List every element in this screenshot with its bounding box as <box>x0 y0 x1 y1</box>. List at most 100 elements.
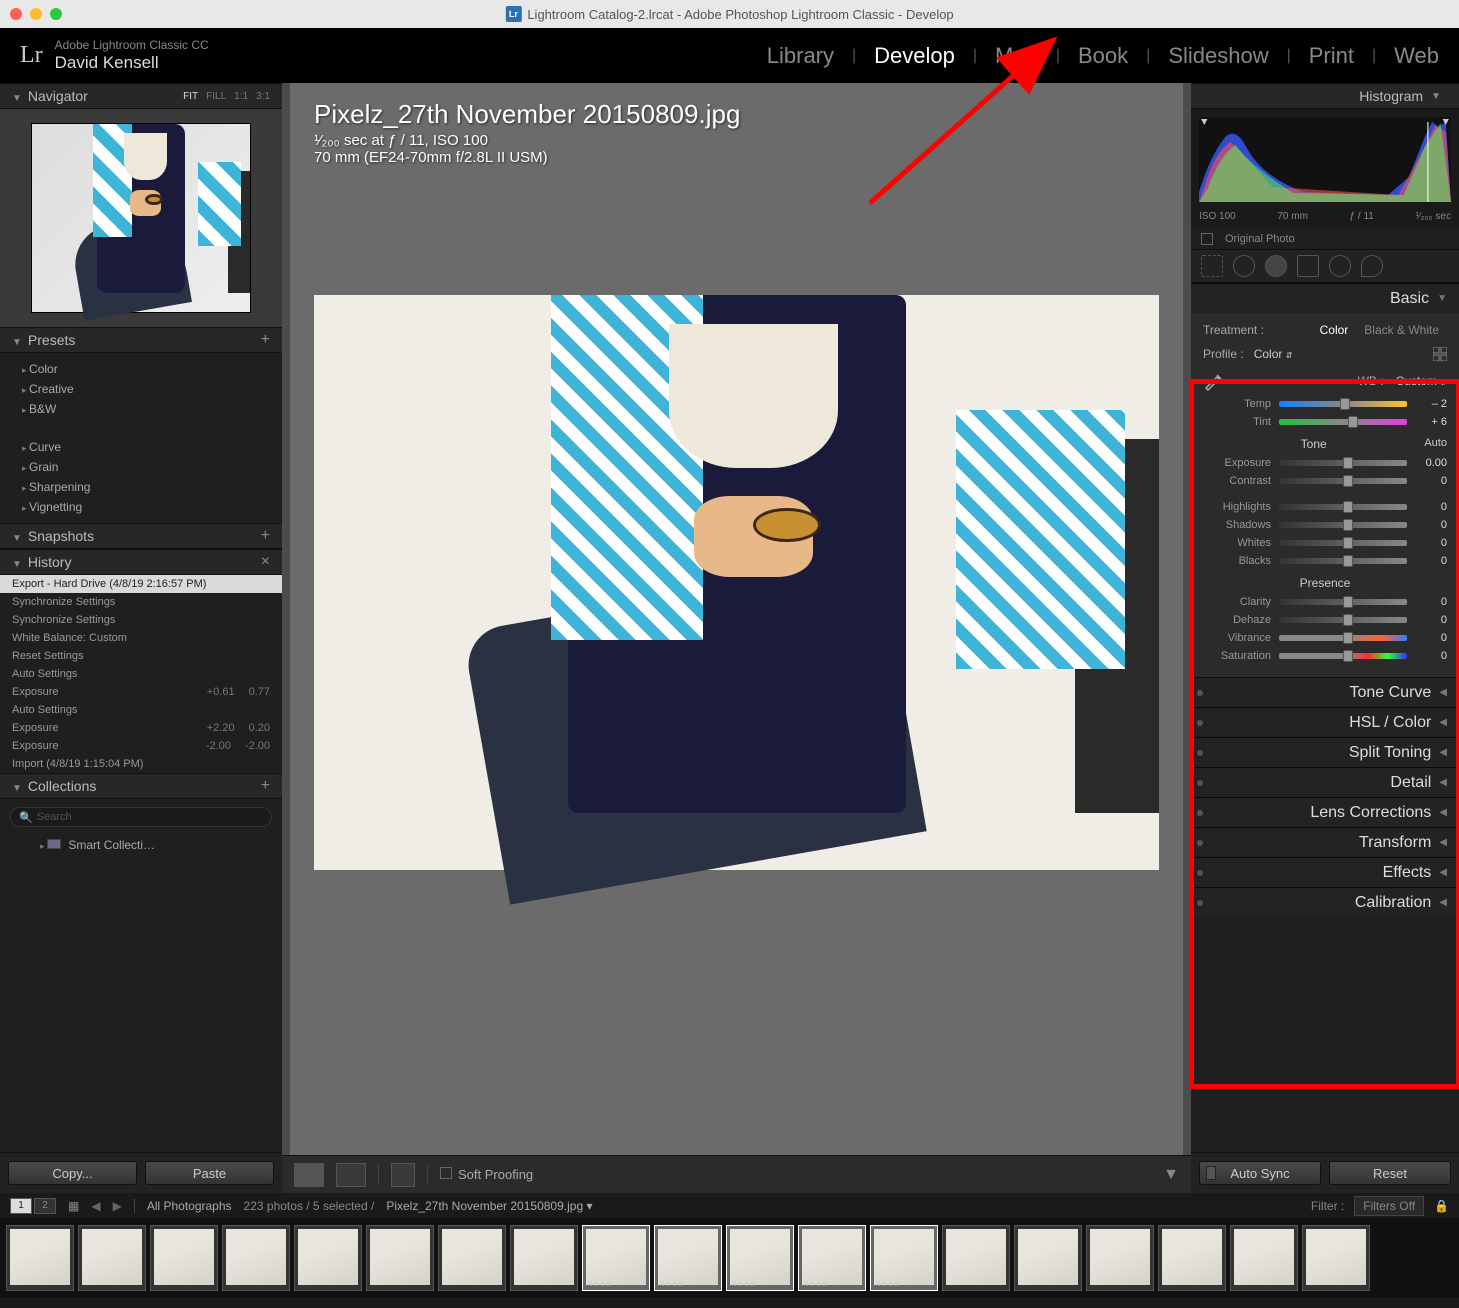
zoom-window-icon[interactable] <box>50 8 62 20</box>
history-step[interactable]: White Balance: Custom <box>0 629 282 647</box>
filmstrip[interactable]: ★★★★★★★★★★★★★★★★★★★★ <box>0 1218 1459 1298</box>
sync-switch-icon[interactable] <box>1206 1166 1216 1180</box>
zoom-fill[interactable]: FILL <box>206 91 226 102</box>
basic-panel-header[interactable]: Basic▼ <box>1191 283 1459 313</box>
histogram-header[interactable]: Histogram▼ <box>1191 83 1459 109</box>
history-step[interactable]: Synchronize Settings <box>0 611 282 629</box>
soft-proofing-toggle[interactable]: Soft Proofing <box>440 1166 533 1184</box>
prev-photo-icon[interactable]: ◀ <box>91 1199 100 1213</box>
slider-highlights[interactable]: Highlights0 <box>1203 498 1447 516</box>
history-step[interactable]: Export - Hard Drive (4/8/19 2:16:57 PM) <box>0 575 282 593</box>
history-step[interactable]: Exposure-2.00-2.00 <box>0 737 282 755</box>
slider-exposure[interactable]: Exposure0.00 <box>1203 454 1447 472</box>
presets-header[interactable]: ▼Presets + <box>0 327 282 353</box>
treatment-color[interactable]: Color <box>1312 320 1357 340</box>
preset-group[interactable]: Grain <box>0 457 282 477</box>
zoom-3:1[interactable]: 3:1 <box>256 91 270 102</box>
filmstrip-thumb[interactable]: ★★★★ <box>798 1225 866 1291</box>
main-window-icon[interactable]: 1 <box>10 1198 32 1214</box>
crop-tool-icon[interactable] <box>1201 255 1223 277</box>
history-step[interactable]: Import (4/8/19 1:15:04 PM) <box>0 755 282 773</box>
navigator-preview[interactable] <box>0 109 282 327</box>
filmstrip-thumb[interactable] <box>1230 1225 1298 1291</box>
wb-dropdown[interactable]: Custom ⇵ <box>1396 374 1447 388</box>
history-step[interactable]: Auto Settings <box>0 701 282 719</box>
slider-clarity[interactable]: Clarity0 <box>1203 593 1447 611</box>
panel-tone-curve[interactable]: Tone Curve◀ <box>1191 677 1459 707</box>
slider-contrast[interactable]: Contrast0 <box>1203 472 1447 490</box>
filmstrip-thumb[interactable] <box>78 1225 146 1291</box>
history-step[interactable]: Exposure+0.610.77 <box>0 683 282 701</box>
zoom-fit[interactable]: FIT <box>183 91 198 102</box>
module-print[interactable]: Print <box>1309 43 1354 69</box>
image-canvas[interactable]: Pixelz_27th November 20150809.jpg ¹⁄₂₀₀ … <box>290 83 1183 1155</box>
history-step[interactable]: Auto Settings <box>0 665 282 683</box>
slider-saturation[interactable]: Saturation0 <box>1203 647 1447 665</box>
slider-tint[interactable]: Tint+ 6 <box>1203 413 1447 431</box>
history-header[interactable]: ▼History × <box>0 549 282 575</box>
module-library[interactable]: Library <box>767 43 834 69</box>
slider-dehaze[interactable]: Dehaze0 <box>1203 611 1447 629</box>
navigator-header[interactable]: ▼Navigator FITFILL1:13:1 <box>0 83 282 109</box>
snapshots-header[interactable]: ▼Snapshots + <box>0 523 282 549</box>
swap-icon[interactable] <box>391 1163 415 1187</box>
before-after-icon[interactable] <box>336 1163 366 1187</box>
preset-group[interactable]: Curve <box>0 437 282 457</box>
wb-eyedropper-icon[interactable] <box>1203 371 1223 391</box>
clear-history-icon[interactable]: × <box>261 553 270 571</box>
filmstrip-thumb[interactable]: ★★★★ <box>870 1225 938 1291</box>
reset-button[interactable]: Reset <box>1329 1161 1451 1185</box>
grid-icon[interactable]: ▦ <box>68 1199 79 1213</box>
slider-shadows[interactable]: Shadows0 <box>1203 516 1447 534</box>
zoom-1:1[interactable]: 1:1 <box>234 91 248 102</box>
module-book[interactable]: Book <box>1078 43 1128 69</box>
redeye-tool-icon[interactable] <box>1265 255 1287 277</box>
filmstrip-thumb[interactable] <box>222 1225 290 1291</box>
preset-group[interactable]: Vignetting <box>0 497 282 517</box>
panel-transform[interactable]: Transform◀ <box>1191 827 1459 857</box>
panel-split-toning[interactable]: Split Toning◀ <box>1191 737 1459 767</box>
add-snapshot-icon[interactable]: + <box>261 527 270 545</box>
preset-group[interactable]: Color <box>0 359 282 379</box>
module-map[interactable]: Map <box>995 43 1038 69</box>
filmstrip-thumb[interactable] <box>1014 1225 1082 1291</box>
filmstrip-thumb[interactable] <box>366 1225 434 1291</box>
source-folder[interactable]: All Photographs <box>147 1199 232 1213</box>
panel-lens-corrections[interactable]: Lens Corrections◀ <box>1191 797 1459 827</box>
filmstrip-thumb[interactable] <box>6 1225 74 1291</box>
smart-collections[interactable]: Smart Collecti… <box>0 835 282 855</box>
graduated-filter-icon[interactable] <box>1297 255 1319 277</box>
loupe-view-icon[interactable] <box>294 1163 324 1187</box>
treatment-blackwhite[interactable]: Black & White <box>1356 320 1447 340</box>
filmstrip-thumb[interactable] <box>438 1225 506 1291</box>
slider-temp[interactable]: Temp– 2 <box>1203 395 1447 413</box>
auto-tone-button[interactable]: Auto <box>1424 437 1447 451</box>
module-web[interactable]: Web <box>1394 43 1439 69</box>
close-window-icon[interactable] <box>10 8 22 20</box>
radial-filter-icon[interactable] <box>1329 255 1351 277</box>
original-photo-toggle[interactable]: Original Photo <box>1191 229 1459 249</box>
second-window-icon[interactable]: 2 <box>34 1198 56 1214</box>
filmstrip-thumb[interactable]: ★★★★ <box>654 1225 722 1291</box>
spot-removal-icon[interactable] <box>1233 255 1255 277</box>
profile-browser-icon[interactable] <box>1433 347 1447 361</box>
panel-calibration[interactable]: Calibration◀ <box>1191 887 1459 917</box>
add-preset-icon[interactable]: + <box>261 331 270 349</box>
slider-vibrance[interactable]: Vibrance0 <box>1203 629 1447 647</box>
panel-effects[interactable]: Effects◀ <box>1191 857 1459 887</box>
history-step[interactable]: Reset Settings <box>0 647 282 665</box>
history-step[interactable]: Exposure+2.200.20 <box>0 719 282 737</box>
filmstrip-thumb[interactable] <box>1158 1225 1226 1291</box>
history-step[interactable]: Synchronize Settings <box>0 593 282 611</box>
filmstrip-thumb[interactable] <box>150 1225 218 1291</box>
next-photo-icon[interactable]: ▶ <box>113 1199 122 1213</box>
filter-dropdown[interactable]: Filters Off <box>1354 1196 1424 1216</box>
current-file[interactable]: Pixelz_27th November 20150809.jpg ▾ <box>386 1199 592 1213</box>
filmstrip-thumb[interactable]: ★★★★ <box>726 1225 794 1291</box>
auto-sync-button[interactable]: Auto Sync <box>1199 1161 1321 1185</box>
slider-whites[interactable]: Whites0 <box>1203 534 1447 552</box>
module-develop[interactable]: Develop <box>874 43 955 69</box>
paste-button[interactable]: Paste <box>145 1161 274 1185</box>
minimize-window-icon[interactable] <box>30 8 42 20</box>
adjustment-brush-icon[interactable] <box>1361 255 1383 277</box>
